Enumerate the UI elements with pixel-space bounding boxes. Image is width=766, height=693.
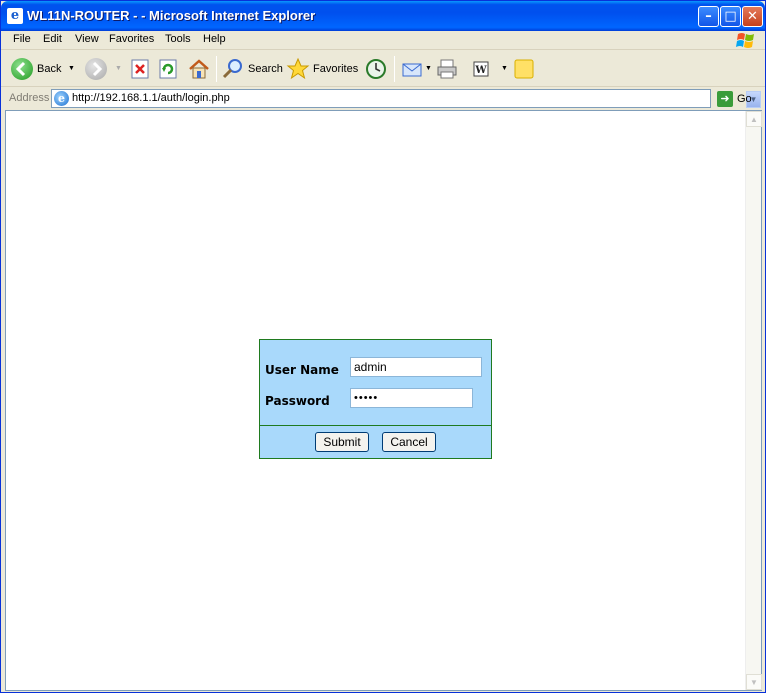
- username-input[interactable]: [350, 357, 482, 377]
- minimize-button[interactable]: –: [698, 6, 719, 27]
- mail-button[interactable]: [400, 55, 424, 83]
- scroll-down-icon[interactable]: ▼: [746, 674, 762, 690]
- address-label: Address: [9, 92, 50, 104]
- cancel-button[interactable]: Cancel: [382, 432, 436, 452]
- toolbar-separator: [394, 56, 395, 82]
- refresh-button[interactable]: [157, 55, 179, 83]
- username-row: User Name: [260, 354, 491, 384]
- edit-dropdown-icon[interactable]: ▼: [501, 65, 508, 72]
- toolbar: Back ▼ ▼ Search Favorites ▼ W ▼: [1, 51, 765, 87]
- search-button[interactable]: Search: [221, 55, 283, 83]
- menu-help[interactable]: Help: [203, 33, 226, 45]
- maximize-button[interactable]: □: [720, 6, 741, 27]
- svg-text:W: W: [474, 65, 487, 76]
- back-arrow-icon: [11, 58, 33, 80]
- menu-edit[interactable]: Edit: [43, 33, 62, 45]
- favorites-label: Favorites: [313, 63, 359, 75]
- menu-bar: File Edit View Favorites Tools Help: [1, 31, 765, 50]
- scroll-up-icon[interactable]: ▲: [746, 111, 762, 127]
- toolbar-separator: [216, 56, 217, 82]
- history-button[interactable]: [364, 55, 388, 83]
- refresh-icon: [159, 59, 177, 79]
- messenger-button[interactable]: [513, 55, 535, 83]
- password-row: Password •••••: [260, 385, 491, 415]
- forward-arrow-icon: [85, 58, 107, 80]
- login-form: User Name Password ••••• Submit Cancel: [259, 339, 492, 459]
- back-button[interactable]: Back: [11, 55, 61, 83]
- home-button[interactable]: [187, 55, 211, 83]
- mail-icon: [402, 63, 422, 77]
- menu-favorites[interactable]: Favorites: [109, 33, 154, 45]
- go-label: Go: [737, 92, 752, 105]
- back-label: Back: [37, 63, 62, 75]
- address-bar: Address e http://192.168.1.1/auth/login.…: [1, 88, 765, 109]
- form-divider: [260, 425, 491, 426]
- history-icon: [366, 59, 386, 79]
- print-button[interactable]: [435, 55, 459, 83]
- vertical-scrollbar[interactable]: ▲ ▼: [745, 111, 762, 690]
- menu-file[interactable]: File: [13, 33, 31, 45]
- page-ie-icon: e: [54, 91, 69, 106]
- password-label: Password: [265, 394, 330, 408]
- favorites-star-icon: [286, 57, 310, 80]
- ie-icon: e: [7, 8, 23, 24]
- mail-dropdown-icon[interactable]: ▼: [425, 65, 432, 72]
- back-dropdown-icon[interactable]: ▼: [68, 65, 75, 72]
- edit-button[interactable]: W: [471, 55, 491, 83]
- windows-logo-icon: [736, 33, 754, 48]
- search-label: Search: [248, 63, 283, 75]
- username-label: User Name: [265, 363, 339, 377]
- printer-icon: [437, 59, 457, 79]
- home-icon: [189, 59, 209, 79]
- submit-button[interactable]: Submit: [315, 432, 369, 452]
- word-edit-icon: W: [473, 61, 489, 77]
- menu-tools[interactable]: Tools: [165, 33, 191, 45]
- close-button[interactable]: ✕: [742, 6, 763, 27]
- window-title: WL11N-ROUTER - - Microsoft Internet Expl…: [27, 8, 316, 23]
- address-input[interactable]: e http://192.168.1.1/auth/login.php ▼: [51, 89, 761, 108]
- favorites-button[interactable]: Favorites: [286, 55, 358, 83]
- go-button[interactable]: ➜ Go: [717, 89, 752, 108]
- browser-window: e WL11N-ROUTER - - Microsoft Internet Ex…: [0, 0, 766, 693]
- password-input[interactable]: •••••: [350, 388, 473, 408]
- title-bar[interactable]: e WL11N-ROUTER - - Microsoft Internet Ex…: [1, 1, 765, 31]
- search-icon: [222, 59, 242, 79]
- page-content: ▲ ▼ User Name Password ••••• Submit Canc…: [5, 110, 762, 691]
- stop-icon: [131, 59, 149, 79]
- note-icon: [514, 59, 534, 79]
- go-arrow-icon: ➜: [717, 90, 733, 107]
- forward-dropdown-icon[interactable]: ▼: [115, 65, 122, 72]
- stop-button[interactable]: [129, 55, 151, 83]
- forward-button[interactable]: [85, 55, 111, 83]
- address-url[interactable]: http://192.168.1.1/auth/login.php: [72, 92, 230, 104]
- menu-view[interactable]: View: [75, 33, 99, 45]
